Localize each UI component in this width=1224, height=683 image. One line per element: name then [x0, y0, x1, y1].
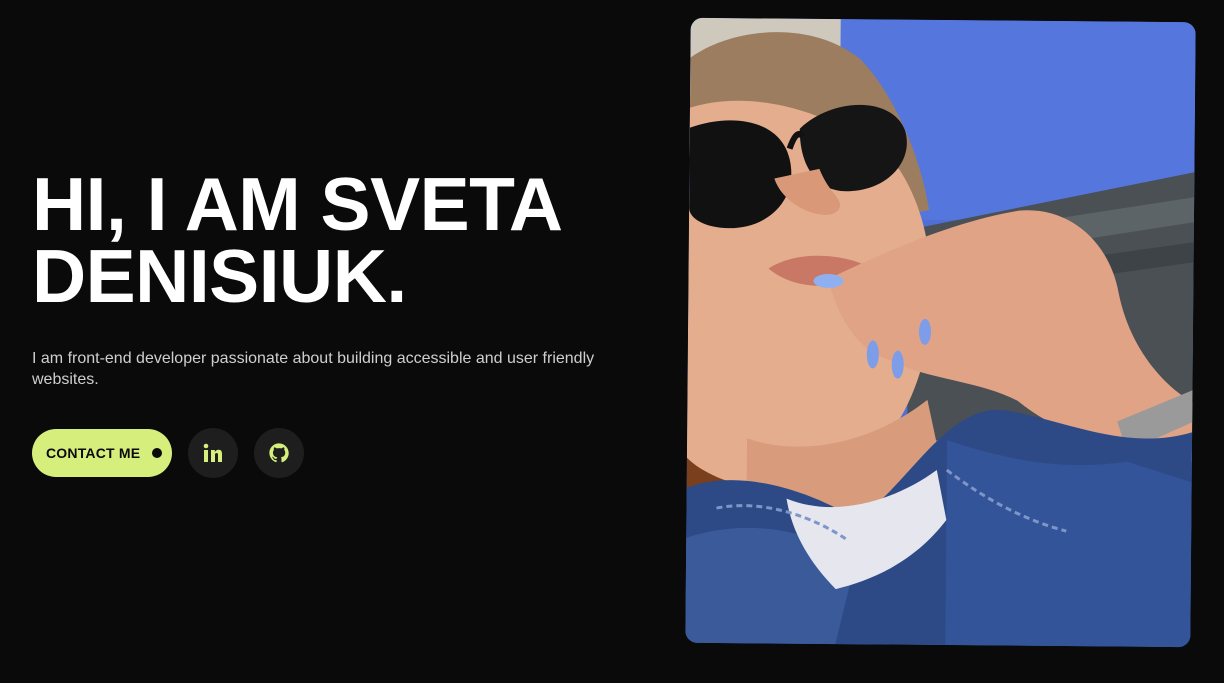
hero-headline: HI, I AM SVETA DENISIUK. [32, 162, 652, 318]
contact-me-button[interactable]: CONTACT ME [32, 429, 173, 477]
linkedin-link[interactable] [188, 428, 239, 478]
portrait-photo [685, 17, 1196, 648]
headline-line-2: DENISIUK. [32, 234, 407, 318]
headline-line-1: HI, I AM SVETA [32, 162, 563, 246]
contact-me-label: CONTACT ME [46, 445, 141, 461]
intro-text: I am front-end developer passionate abou… [32, 350, 595, 388]
hero-text-column: HI, I AM SVETA DENISIUK. I am front-end … [32, 162, 652, 478]
portrait-illustration [685, 17, 1196, 648]
hero-section: HI, I AM SVETA DENISIUK. I am front-end … [0, 0, 1224, 683]
hero-actions: CONTACT ME [32, 428, 652, 478]
dot-icon [152, 448, 163, 458]
github-icon [269, 443, 290, 463]
github-link[interactable] [254, 428, 305, 478]
linkedin-icon [203, 443, 223, 462]
